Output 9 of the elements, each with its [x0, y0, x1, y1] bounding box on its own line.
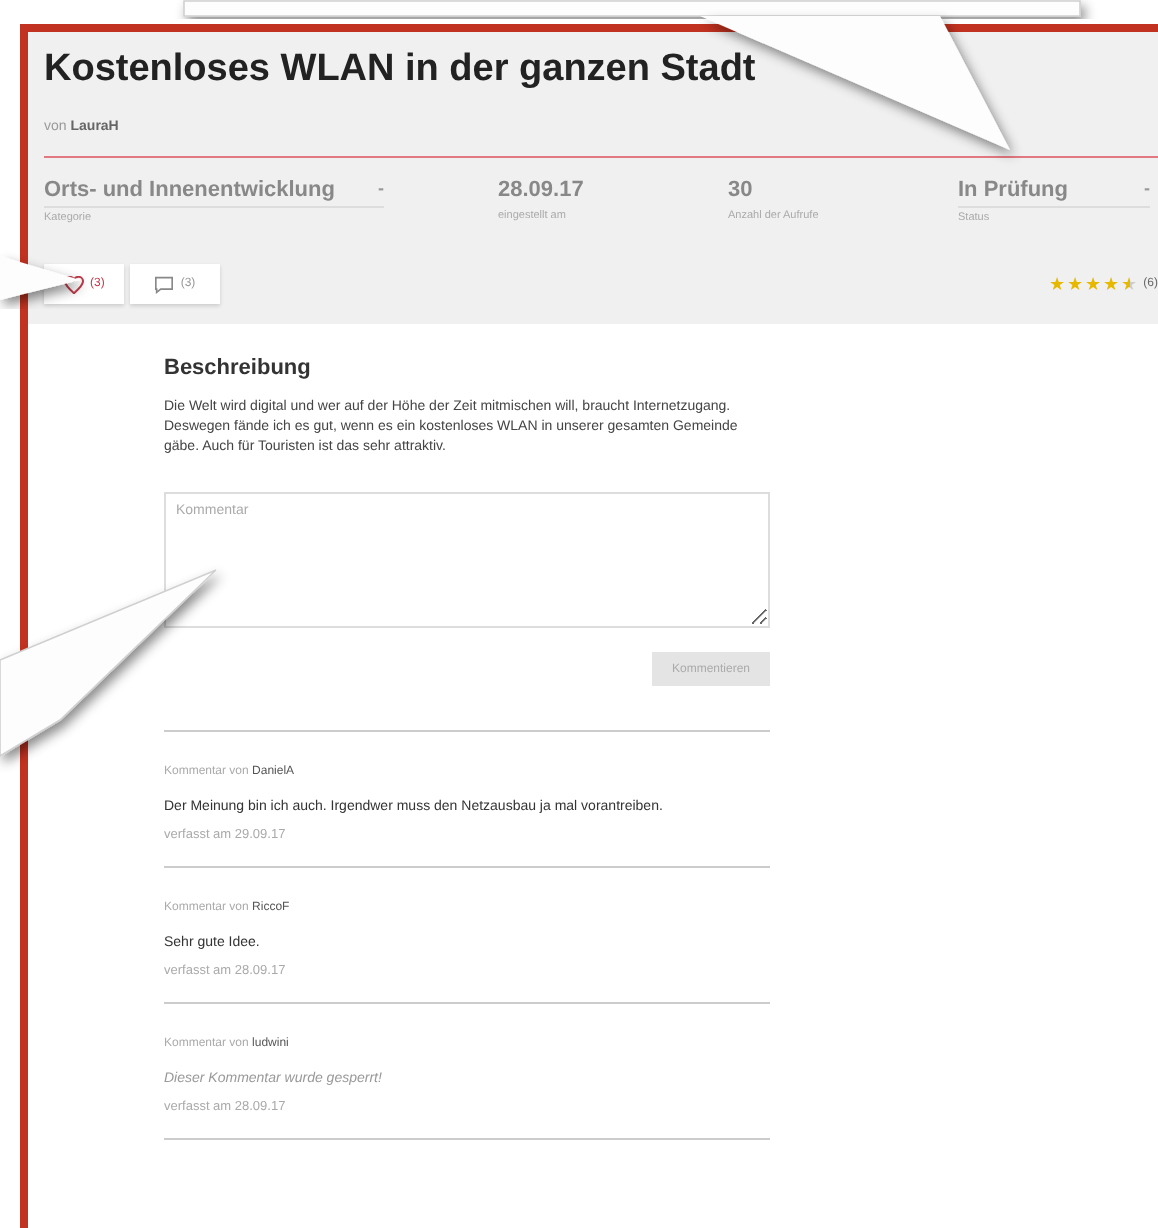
page-title: Kostenloses WLAN in der ganzen Stadt — [44, 48, 758, 92]
star-rating: ★★★★★ — [1049, 275, 1138, 293]
meta-value: 28.09.17 — [498, 178, 586, 206]
dropdown-field[interactable]: Orts- und Innenentwicklung - — [44, 178, 384, 208]
meta-value: 30 — [728, 178, 755, 206]
dropdown-field[interactable]: In Prüfung - — [958, 178, 1150, 208]
heart-icon — [64, 275, 84, 293]
section-heading: Beschreibung — [164, 356, 313, 380]
speech-bubble-icon — [154, 275, 175, 293]
